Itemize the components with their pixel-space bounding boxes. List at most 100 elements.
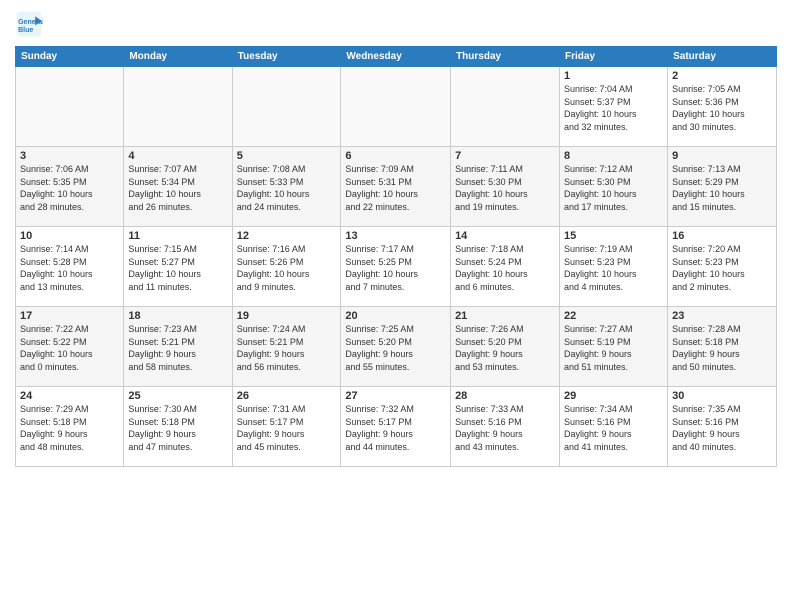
calendar-cell: 6Sunrise: 7:09 AM Sunset: 5:31 PM Daylig… xyxy=(341,147,451,227)
calendar-body: 1Sunrise: 7:04 AM Sunset: 5:37 PM Daylig… xyxy=(16,67,777,467)
day-info: Sunrise: 7:29 AM Sunset: 5:18 PM Dayligh… xyxy=(20,403,119,453)
day-number: 14 xyxy=(455,230,555,242)
day-info: Sunrise: 7:15 AM Sunset: 5:27 PM Dayligh… xyxy=(128,243,227,293)
day-number: 26 xyxy=(237,390,337,402)
calendar-cell: 11Sunrise: 7:15 AM Sunset: 5:27 PM Dayli… xyxy=(124,227,232,307)
weekday-header: Wednesday xyxy=(341,47,451,67)
calendar-cell: 27Sunrise: 7:32 AM Sunset: 5:17 PM Dayli… xyxy=(341,387,451,467)
calendar-cell: 25Sunrise: 7:30 AM Sunset: 5:18 PM Dayli… xyxy=(124,387,232,467)
calendar-cell xyxy=(16,67,124,147)
page: General Blue SundayMondayTuesdayWednesda… xyxy=(0,0,792,612)
day-info: Sunrise: 7:04 AM Sunset: 5:37 PM Dayligh… xyxy=(564,83,663,133)
day-info: Sunrise: 7:22 AM Sunset: 5:22 PM Dayligh… xyxy=(20,323,119,373)
day-number: 21 xyxy=(455,310,555,322)
day-number: 8 xyxy=(564,150,663,162)
day-info: Sunrise: 7:18 AM Sunset: 5:24 PM Dayligh… xyxy=(455,243,555,293)
day-number: 2 xyxy=(672,70,772,82)
calendar-week-row: 17Sunrise: 7:22 AM Sunset: 5:22 PM Dayli… xyxy=(16,307,777,387)
day-info: Sunrise: 7:35 AM Sunset: 5:16 PM Dayligh… xyxy=(672,403,772,453)
calendar-cell: 2Sunrise: 7:05 AM Sunset: 5:36 PM Daylig… xyxy=(668,67,777,147)
calendar-cell: 1Sunrise: 7:04 AM Sunset: 5:37 PM Daylig… xyxy=(560,67,668,147)
day-info: Sunrise: 7:07 AM Sunset: 5:34 PM Dayligh… xyxy=(128,163,227,213)
weekday-header: Saturday xyxy=(668,47,777,67)
day-number: 30 xyxy=(672,390,772,402)
day-number: 19 xyxy=(237,310,337,322)
calendar-cell: 17Sunrise: 7:22 AM Sunset: 5:22 PM Dayli… xyxy=(16,307,124,387)
day-number: 7 xyxy=(455,150,555,162)
calendar-week-row: 24Sunrise: 7:29 AM Sunset: 5:18 PM Dayli… xyxy=(16,387,777,467)
day-number: 15 xyxy=(564,230,663,242)
day-info: Sunrise: 7:11 AM Sunset: 5:30 PM Dayligh… xyxy=(455,163,555,213)
weekday-header: Sunday xyxy=(16,47,124,67)
day-info: Sunrise: 7:31 AM Sunset: 5:17 PM Dayligh… xyxy=(237,403,337,453)
calendar-cell: 8Sunrise: 7:12 AM Sunset: 5:30 PM Daylig… xyxy=(560,147,668,227)
day-number: 24 xyxy=(20,390,119,402)
day-number: 29 xyxy=(564,390,663,402)
calendar-cell: 20Sunrise: 7:25 AM Sunset: 5:20 PM Dayli… xyxy=(341,307,451,387)
weekday-header: Monday xyxy=(124,47,232,67)
calendar-cell: 16Sunrise: 7:20 AM Sunset: 5:23 PM Dayli… xyxy=(668,227,777,307)
calendar-cell: 12Sunrise: 7:16 AM Sunset: 5:26 PM Dayli… xyxy=(232,227,341,307)
day-number: 22 xyxy=(564,310,663,322)
calendar-cell: 29Sunrise: 7:34 AM Sunset: 5:16 PM Dayli… xyxy=(560,387,668,467)
day-info: Sunrise: 7:26 AM Sunset: 5:20 PM Dayligh… xyxy=(455,323,555,373)
calendar-cell xyxy=(232,67,341,147)
day-info: Sunrise: 7:23 AM Sunset: 5:21 PM Dayligh… xyxy=(128,323,227,373)
weekday-header: Thursday xyxy=(451,47,560,67)
day-info: Sunrise: 7:28 AM Sunset: 5:18 PM Dayligh… xyxy=(672,323,772,373)
svg-text:Blue: Blue xyxy=(18,27,33,34)
day-info: Sunrise: 7:05 AM Sunset: 5:36 PM Dayligh… xyxy=(672,83,772,133)
calendar-cell: 19Sunrise: 7:24 AM Sunset: 5:21 PM Dayli… xyxy=(232,307,341,387)
calendar-table: SundayMondayTuesdayWednesdayThursdayFrid… xyxy=(15,46,777,467)
day-info: Sunrise: 7:13 AM Sunset: 5:29 PM Dayligh… xyxy=(672,163,772,213)
calendar-week-row: 10Sunrise: 7:14 AM Sunset: 5:28 PM Dayli… xyxy=(16,227,777,307)
day-info: Sunrise: 7:09 AM Sunset: 5:31 PM Dayligh… xyxy=(345,163,446,213)
calendar-header-row: SundayMondayTuesdayWednesdayThursdayFrid… xyxy=(16,47,777,67)
calendar-cell: 26Sunrise: 7:31 AM Sunset: 5:17 PM Dayli… xyxy=(232,387,341,467)
day-info: Sunrise: 7:33 AM Sunset: 5:16 PM Dayligh… xyxy=(455,403,555,453)
calendar-cell xyxy=(341,67,451,147)
calendar-cell: 7Sunrise: 7:11 AM Sunset: 5:30 PM Daylig… xyxy=(451,147,560,227)
calendar-cell: 23Sunrise: 7:28 AM Sunset: 5:18 PM Dayli… xyxy=(668,307,777,387)
day-number: 25 xyxy=(128,390,227,402)
day-number: 10 xyxy=(20,230,119,242)
day-number: 1 xyxy=(564,70,663,82)
day-number: 16 xyxy=(672,230,772,242)
day-info: Sunrise: 7:27 AM Sunset: 5:19 PM Dayligh… xyxy=(564,323,663,373)
day-number: 5 xyxy=(237,150,337,162)
calendar-cell: 9Sunrise: 7:13 AM Sunset: 5:29 PM Daylig… xyxy=(668,147,777,227)
day-number: 18 xyxy=(128,310,227,322)
day-number: 3 xyxy=(20,150,119,162)
day-number: 20 xyxy=(345,310,446,322)
day-info: Sunrise: 7:16 AM Sunset: 5:26 PM Dayligh… xyxy=(237,243,337,293)
logo-icon: General Blue xyxy=(15,10,43,38)
day-info: Sunrise: 7:32 AM Sunset: 5:17 PM Dayligh… xyxy=(345,403,446,453)
day-info: Sunrise: 7:14 AM Sunset: 5:28 PM Dayligh… xyxy=(20,243,119,293)
day-info: Sunrise: 7:06 AM Sunset: 5:35 PM Dayligh… xyxy=(20,163,119,213)
calendar-cell xyxy=(124,67,232,147)
day-number: 17 xyxy=(20,310,119,322)
calendar-cell: 30Sunrise: 7:35 AM Sunset: 5:16 PM Dayli… xyxy=(668,387,777,467)
header: General Blue xyxy=(15,10,777,38)
day-info: Sunrise: 7:12 AM Sunset: 5:30 PM Dayligh… xyxy=(564,163,663,213)
day-number: 12 xyxy=(237,230,337,242)
day-info: Sunrise: 7:30 AM Sunset: 5:18 PM Dayligh… xyxy=(128,403,227,453)
day-info: Sunrise: 7:34 AM Sunset: 5:16 PM Dayligh… xyxy=(564,403,663,453)
calendar-cell: 13Sunrise: 7:17 AM Sunset: 5:25 PM Dayli… xyxy=(341,227,451,307)
day-number: 11 xyxy=(128,230,227,242)
day-number: 23 xyxy=(672,310,772,322)
day-info: Sunrise: 7:08 AM Sunset: 5:33 PM Dayligh… xyxy=(237,163,337,213)
day-info: Sunrise: 7:24 AM Sunset: 5:21 PM Dayligh… xyxy=(237,323,337,373)
day-number: 6 xyxy=(345,150,446,162)
calendar-cell: 18Sunrise: 7:23 AM Sunset: 5:21 PM Dayli… xyxy=(124,307,232,387)
day-info: Sunrise: 7:25 AM Sunset: 5:20 PM Dayligh… xyxy=(345,323,446,373)
calendar-week-row: 1Sunrise: 7:04 AM Sunset: 5:37 PM Daylig… xyxy=(16,67,777,147)
day-number: 27 xyxy=(345,390,446,402)
weekday-header: Tuesday xyxy=(232,47,341,67)
day-number: 28 xyxy=(455,390,555,402)
calendar-cell: 28Sunrise: 7:33 AM Sunset: 5:16 PM Dayli… xyxy=(451,387,560,467)
calendar-cell: 3Sunrise: 7:06 AM Sunset: 5:35 PM Daylig… xyxy=(16,147,124,227)
weekday-header: Friday xyxy=(560,47,668,67)
calendar-cell: 5Sunrise: 7:08 AM Sunset: 5:33 PM Daylig… xyxy=(232,147,341,227)
calendar-cell: 14Sunrise: 7:18 AM Sunset: 5:24 PM Dayli… xyxy=(451,227,560,307)
